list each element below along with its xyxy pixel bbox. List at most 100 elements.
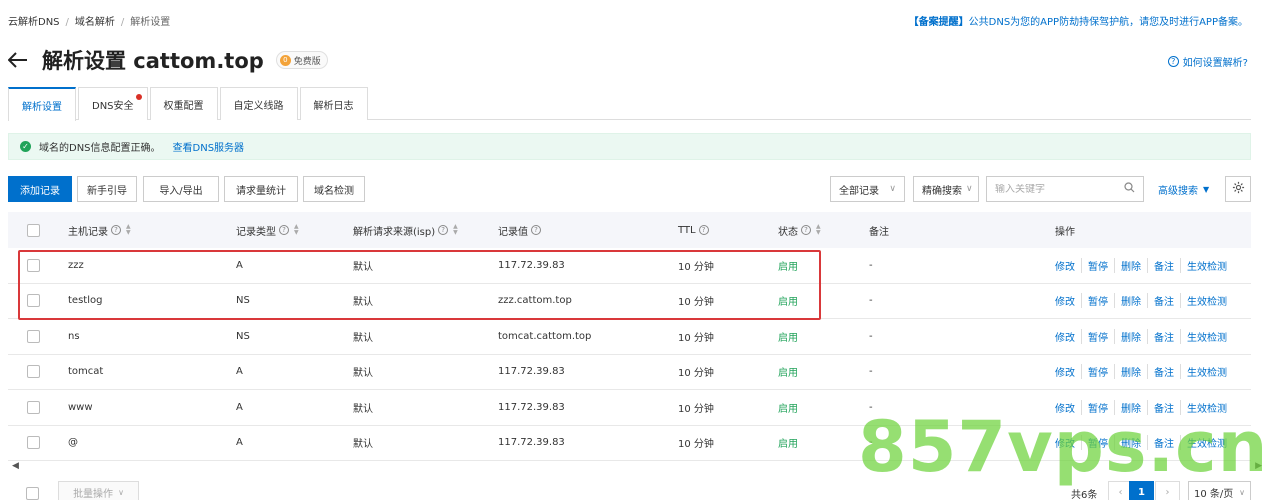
col-record-type[interactable]: 记录类型? ▲ ▼: [236, 212, 299, 248]
horizontal-scrollbar[interactable]: ◀ ▶: [8, 461, 1266, 473]
pause-action[interactable]: 暂停: [1081, 293, 1114, 309]
row-actions: 修改 暂停 删除 备注 生效检测: [1055, 319, 1233, 354]
delete-action[interactable]: 删除: [1114, 399, 1147, 415]
back-arrow-icon[interactable]: [8, 49, 30, 71]
isp-cell: 默认: [353, 368, 373, 380]
request-stats-button[interactable]: 请求量统计: [224, 176, 298, 202]
sort-icon[interactable]: ▲ ▼: [453, 224, 458, 236]
tab-label: DNS安全: [92, 100, 134, 112]
check-action[interactable]: 生效检测: [1180, 399, 1233, 415]
row-checkbox[interactable]: [27, 248, 40, 283]
col-record-value: 记录值?: [498, 212, 541, 248]
table-row: testlog NS 默认 zzz.cattom.top 10 分钟 启用 - 修改 暂停 删除备…: [8, 284, 1251, 319]
row-checkbox[interactable]: [27, 319, 40, 354]
edit-action[interactable]: 修改: [1055, 364, 1081, 379]
search-input[interactable]: [995, 183, 1124, 195]
pause-action[interactable]: 暂停: [1081, 257, 1114, 273]
delete-action[interactable]: 删除: [1114, 328, 1147, 344]
next-page-button[interactable]: ›: [1155, 481, 1180, 500]
search-mode-select[interactable]: 精确搜索 ∨: [913, 176, 979, 202]
tab-dns-security[interactable]: DNS安全: [78, 87, 148, 120]
delete-action[interactable]: 删除: [1114, 293, 1147, 309]
col-isp[interactable]: 解析请求来源(isp)? ▲ ▼: [353, 212, 458, 248]
row-checkbox[interactable]: [27, 284, 40, 319]
tab-weight-config[interactable]: 权重配置: [149, 87, 218, 120]
row-checkbox[interactable]: [27, 390, 40, 425]
check-action[interactable]: 生效检测: [1180, 293, 1233, 309]
check-action[interactable]: 生效检测: [1180, 257, 1233, 273]
table-row: tomcat A 默认 117.72.39.83 10 分钟 启用 - 修改 暂停 删除 备注 生效检…: [8, 355, 1251, 390]
help-icon: ?: [111, 225, 121, 235]
ttl-cell: 10 分钟: [678, 261, 714, 273]
edit-action[interactable]: 修改: [1055, 400, 1081, 415]
ttl-cell: 10 分钟: [678, 368, 714, 380]
pause-action[interactable]: 暂停: [1081, 399, 1114, 415]
table-row: www A 默认 117.72.39.83 10 分钟 启用 - 修改 暂停 删除 备注 生效检测: [8, 390, 1251, 426]
remark-action[interactable]: 备注: [1147, 364, 1180, 380]
sort-icon[interactable]: ▲ ▼: [126, 224, 131, 236]
row-checkbox[interactable]: [27, 426, 40, 461]
notification-dot-icon: [135, 94, 142, 100]
tab-dns-logs[interactable]: 解析日志: [299, 87, 368, 120]
page-size-select[interactable]: 10 条/页 ∨: [1188, 481, 1251, 500]
delete-action[interactable]: 删除: [1114, 364, 1147, 380]
current-page-button[interactable]: 1: [1129, 481, 1154, 500]
scroll-left-icon[interactable]: ◀: [12, 461, 19, 471]
add-record-button[interactable]: 添加记录: [8, 176, 72, 202]
breadcrumb-item-dns[interactable]: 云解析DNS: [8, 17, 60, 28]
type-cell: A: [236, 259, 243, 271]
advanced-search-toggle[interactable]: 高级搜索 ▼: [1158, 176, 1209, 202]
import-export-button[interactable]: 导入/导出: [143, 176, 219, 202]
check-action[interactable]: 生效检测: [1180, 435, 1233, 451]
pause-action[interactable]: 暂停: [1081, 364, 1114, 380]
ttl-cell: 10 分钟: [678, 403, 714, 415]
domain-check-button[interactable]: 域名检测: [303, 176, 365, 202]
view-dns-servers-link[interactable]: 查看DNS服务器: [173, 139, 245, 154]
tab-dns-settings[interactable]: 解析设置: [8, 87, 76, 121]
check-action[interactable]: 生效检测: [1180, 364, 1233, 380]
icp-notice[interactable]: 【备案提醒】公共DNS为您的APP防劫持保驾护航，请您及时进行APP备案。: [909, 13, 1248, 28]
scroll-right-icon[interactable]: ▶: [1255, 461, 1262, 471]
col-status[interactable]: 状态? ▲ ▼: [778, 212, 821, 248]
column-settings-button[interactable]: [1225, 176, 1251, 202]
delete-action[interactable]: 删除: [1114, 257, 1147, 273]
row-checkbox[interactable]: [27, 355, 40, 390]
remark-action[interactable]: 备注: [1147, 328, 1180, 344]
tab-custom-lines[interactable]: 自定义线路: [219, 87, 298, 120]
col-host[interactable]: 主机记录? ▲ ▼: [68, 212, 131, 248]
search-icon[interactable]: [1124, 182, 1135, 196]
edit-action[interactable]: 修改: [1055, 258, 1081, 273]
remark-action[interactable]: 备注: [1147, 399, 1180, 415]
remark-action[interactable]: 备注: [1147, 257, 1180, 273]
record-filter-select[interactable]: 全部记录 ∨: [830, 176, 905, 202]
footer-select-all-checkbox[interactable]: [26, 487, 39, 500]
advanced-search-label: 高级搜索: [1158, 185, 1198, 197]
sort-icon[interactable]: ▲ ▼: [294, 224, 299, 236]
delete-action[interactable]: 删除: [1114, 435, 1147, 451]
edit-action[interactable]: 修改: [1055, 435, 1081, 450]
breadcrumb-item-domain[interactable]: 域名解析: [75, 17, 115, 28]
value-cell: tomcat.cattom.top: [498, 330, 592, 342]
help-icon: ?: [698, 225, 709, 235]
host-cell: ns: [68, 330, 80, 342]
breadcrumb-separator: /: [120, 17, 125, 28]
pause-action[interactable]: 暂停: [1081, 328, 1114, 344]
batch-actions-button[interactable]: 批量操作 ∨: [58, 481, 139, 500]
ttl-cell: 10 分钟: [678, 439, 714, 451]
pause-action[interactable]: 暂停: [1081, 435, 1114, 451]
check-action[interactable]: 生效检测: [1180, 328, 1233, 344]
help-link[interactable]: ? 如何设置解析?: [1167, 54, 1248, 69]
remark-action[interactable]: 备注: [1147, 293, 1180, 309]
chevron-left-icon: ‹: [1118, 486, 1123, 498]
remark-cell: -: [869, 259, 873, 271]
col-actions: 操作: [1055, 226, 1075, 238]
edit-action[interactable]: 修改: [1055, 293, 1081, 308]
page-title: 解析设置 cattom.top: [42, 49, 264, 73]
remark-cell: -: [869, 295, 873, 307]
beginner-guide-button[interactable]: 新手引导: [77, 176, 137, 202]
sort-icon[interactable]: ▲ ▼: [816, 224, 821, 236]
select-all-checkbox[interactable]: [27, 212, 40, 248]
edit-action[interactable]: 修改: [1055, 329, 1081, 344]
isp-cell: 默认: [353, 439, 373, 451]
remark-action[interactable]: 备注: [1147, 435, 1180, 451]
